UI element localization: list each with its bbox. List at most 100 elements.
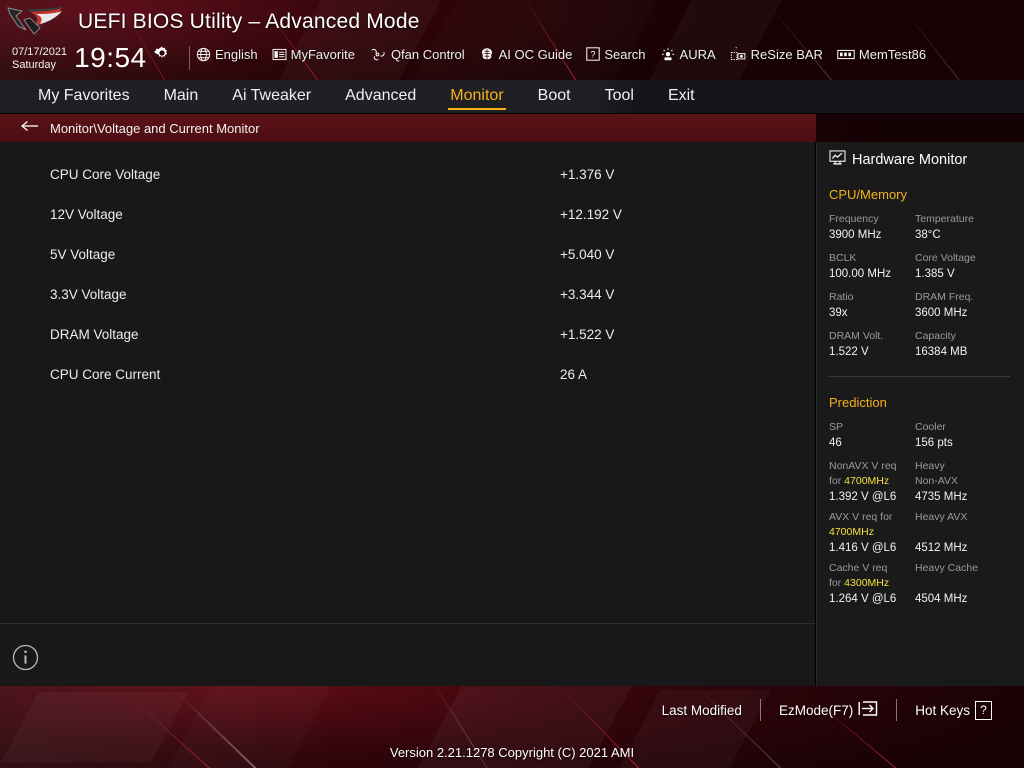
nav-tab-exit[interactable]: Exit <box>668 87 695 107</box>
info-icon[interactable] <box>12 644 39 676</box>
version-text: Version 2.21.1278 Copyright (C) 2021 AMI <box>0 745 1024 760</box>
lamp-icon <box>660 47 676 62</box>
prediction-right-key-line2: Non-AVX <box>915 475 958 487</box>
date-block: 07/17/2021 Saturday <box>12 44 67 72</box>
toolbar-label: English <box>215 47 258 62</box>
table-row[interactable]: DRAM Voltage +1.522 V <box>0 314 815 354</box>
header-toolbar: English MyFavorite <box>196 46 926 62</box>
stat-key: Heavy Cache <box>915 556 1024 591</box>
row-value: 26 A <box>560 367 587 382</box>
hotkeys-label: Hot Keys <box>915 703 970 718</box>
gear-icon[interactable] <box>154 45 170 66</box>
stat-value: 1.416 V @L6 <box>829 540 915 556</box>
stat-value: 46 <box>829 435 915 451</box>
stat-value: 16384 MB <box>915 344 1024 360</box>
toolbar-item-search[interactable]: ? Search <box>586 47 645 62</box>
stat-value: 4504 MHz <box>915 591 1024 607</box>
nav-tab-boot[interactable]: Boot <box>538 87 571 107</box>
toolbar-label: MemTest86 <box>859 47 926 62</box>
toolbar-item-memtest86[interactable]: MemTest86 <box>837 47 926 62</box>
stat-key: Heavy AVX <box>915 505 1024 540</box>
toolbar-label: AURA <box>680 47 716 62</box>
settings-list: CPU Core Voltage +1.376 V 12V Voltage +1… <box>0 142 815 394</box>
hardware-monitor-header: Hardware Monitor <box>829 150 1024 169</box>
toolbar-label: Qfan Control <box>391 47 465 62</box>
stat-value: 3600 MHz <box>915 305 1024 321</box>
header-bar: UEFI BIOS Utility – Advanced Mode 07/17/… <box>0 0 1024 80</box>
stat-value: 156 pts <box>915 435 1024 451</box>
prediction-right-key-line1: Heavy Cache <box>915 562 978 574</box>
last-modified-label: Last Modified <box>662 703 742 718</box>
stat-value: 1.264 V @L6 <box>829 591 915 607</box>
bottom-bar: Last Modified EzMode(F7) Hot Keys ? <box>0 686 1024 768</box>
prediction-key-freq: 4300MHz <box>844 577 889 589</box>
prediction-right-key-line1: Heavy AVX <box>915 511 967 523</box>
prediction-key-for: for <box>829 577 844 589</box>
ezmode-button[interactable]: EzMode(F7) <box>761 700 896 720</box>
toolbar-item-resize-bar[interactable]: ReSize BAR <box>730 46 823 62</box>
table-row[interactable]: CPU Core Current 26 A <box>0 354 815 394</box>
toolbar-item-aura[interactable]: AURA <box>660 47 716 62</box>
monitor-chart-icon <box>829 150 846 169</box>
stat-key: Core Voltage <box>915 243 1024 266</box>
toolbar-label: MyFavorite <box>291 47 355 62</box>
bios-screen: UEFI BIOS Utility – Advanced Mode 07/17/… <box>0 0 1024 768</box>
ezmode-label: EzMode(F7) <box>779 703 853 718</box>
nav-tab-monitor[interactable]: Monitor <box>450 87 503 107</box>
row-value: +1.376 V <box>560 167 614 182</box>
prediction-key-freq: 4700MHz <box>829 526 874 538</box>
row-label: CPU Core Current <box>50 367 560 382</box>
section-divider <box>829 376 1010 377</box>
bottom-actions: Last Modified EzMode(F7) Hot Keys ? <box>644 699 1010 721</box>
hotkeys-button[interactable]: Hot Keys ? <box>897 701 1010 720</box>
globe-icon <box>196 47 211 62</box>
stat-value: 39x <box>829 305 915 321</box>
cpu-memory-values: Frequency Temperature 3900 MHz 38°C BCLK… <box>829 204 1024 360</box>
stat-value: 38°C <box>915 227 1024 243</box>
stat-value: 1.385 V <box>915 266 1024 282</box>
prediction-key-freq: 4700MHz <box>844 475 889 487</box>
breadcrumb-path: Monitor\Voltage and Current Monitor <box>50 121 260 136</box>
nav-tab-tool[interactable]: Tool <box>605 87 634 107</box>
stat-key: Cooler <box>915 412 1024 435</box>
toolbar-item-ai-oc-guide[interactable]: AI OC Guide <box>479 47 573 62</box>
brain-icon <box>479 47 495 62</box>
nav-tab-main[interactable]: Main <box>164 87 199 107</box>
stat-key: Temperature <box>915 204 1024 227</box>
row-label: CPU Core Voltage <box>50 167 560 182</box>
stat-key: Heavy Non-AVX <box>915 451 1024 489</box>
nav-tab-ai-tweaker[interactable]: Ai Tweaker <box>232 87 311 107</box>
toolbar-item-english[interactable]: English <box>196 47 258 62</box>
table-row[interactable]: 3.3V Voltage +3.344 V <box>0 274 815 314</box>
breadcrumb[interactable]: Monitor\Voltage and Current Monitor <box>0 114 816 142</box>
weekday-text: Saturday <box>12 59 67 72</box>
toolbar-label: Search <box>604 47 645 62</box>
nav-tab-advanced[interactable]: Advanced <box>345 87 416 107</box>
table-row[interactable]: CPU Core Voltage +1.376 V <box>0 154 815 194</box>
table-row[interactable]: 5V Voltage +5.040 V <box>0 234 815 274</box>
stat-value: 3900 MHz <box>829 227 915 243</box>
settings-panel: CPU Core Voltage +1.376 V 12V Voltage +1… <box>0 142 816 728</box>
question-box-icon: ? <box>586 47 600 61</box>
stat-key: Capacity <box>915 321 1024 344</box>
row-label: 5V Voltage <box>50 247 560 262</box>
last-modified-button[interactable]: Last Modified <box>644 703 760 718</box>
prediction-key-line1: Cache V req <box>829 562 887 574</box>
content-wrapper: CPU Core Voltage +1.376 V 12V Voltage +1… <box>0 142 1024 728</box>
page-title: UEFI BIOS Utility – Advanced Mode <box>78 10 420 34</box>
prediction-right-key-line1: Heavy <box>915 460 945 472</box>
table-row[interactable]: 12V Voltage +12.192 V <box>0 194 815 234</box>
stat-key: DRAM Volt. <box>829 321 915 344</box>
toolbar-item-myfavorite[interactable]: MyFavorite <box>272 47 355 62</box>
stat-key: NonAVX V req for 4700MHz <box>829 451 915 489</box>
nav-tab-my-favorites[interactable]: My Favorites <box>38 87 130 107</box>
prediction-key-line1: AVX V req for <box>829 511 892 523</box>
row-value: +12.192 V <box>560 207 622 222</box>
exit-arrow-icon <box>858 700 878 720</box>
stat-value: 100.00 MHz <box>829 266 915 282</box>
prediction-key-line1: NonAVX V req <box>829 460 897 472</box>
prediction-values: SP Cooler 46 156 pts NonAVX V req for 47… <box>829 412 1024 607</box>
toolbar-label: AI OC Guide <box>499 47 573 62</box>
back-arrow-icon[interactable] <box>20 119 40 138</box>
toolbar-item-qfan-control[interactable]: Qfan Control <box>369 47 465 62</box>
